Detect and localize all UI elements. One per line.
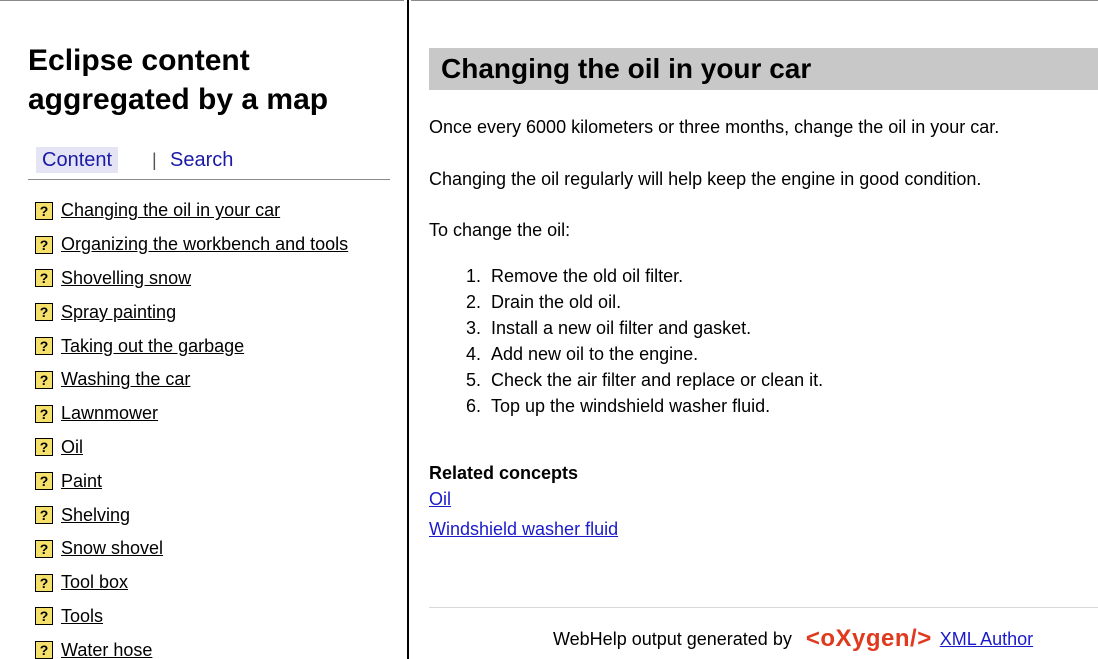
toc-list: ? Changing the oil in your car ? Organizin… [35, 194, 348, 659]
toc-link-snow-shovel[interactable]: Snow shovel [61, 538, 163, 559]
step-number: 6. [465, 396, 481, 416]
step-text: Install a new oil filter and gasket. [491, 318, 752, 338]
toc-link-washing-car[interactable]: Washing the car [61, 369, 190, 390]
toc-link-taking-out-garbage[interactable]: Taking out the garbage [61, 336, 244, 357]
help-topic-icon: ? [35, 472, 53, 491]
step-item: 2. Drain the old oil. [461, 289, 823, 315]
help-topic-icon: ? [35, 641, 53, 659]
toc-item: ? Organizing the workbench and tools [35, 228, 348, 262]
toc-item: ? Lawnmower [35, 397, 348, 431]
toc-link-changing-oil[interactable]: Changing the oil in your car [61, 200, 280, 221]
help-topic-icon: ? [35, 269, 53, 288]
step-number: 3. [465, 318, 481, 338]
toc-link-oil[interactable]: Oil [61, 437, 83, 458]
step-item: 3. Install a new oil filter and gasket. [461, 315, 823, 341]
help-topic-icon: ? [35, 337, 53, 356]
help-topic-icon: ? [35, 201, 53, 220]
step-item: 5. Check the air filter and replace or cl… [461, 367, 823, 393]
toc-link-spray-painting[interactable]: Spray painting [61, 302, 176, 323]
toc-item: ? Changing the oil in your car [35, 194, 348, 228]
step-item: 6. Top up the windshield washer fluid. [461, 393, 823, 419]
help-topic-icon: ? [35, 370, 53, 389]
tab-separator: | [152, 150, 157, 170]
step-text: Remove the old oil filter. [491, 266, 684, 286]
help-topic-icon: ? [35, 235, 53, 254]
toc-item: ? Shovelling snow [35, 262, 348, 296]
help-topic-icon: ? [35, 573, 53, 592]
help-topic-icon: ? [35, 303, 53, 322]
toc-link-lawnmower[interactable]: Lawnmower [61, 403, 158, 424]
steps-intro: To change the oil: [429, 220, 571, 240]
step-text: Top up the windshield washer fluid. [491, 396, 771, 416]
help-topic-icon: ? [35, 404, 53, 423]
footer-text: WebHelp output generated by [553, 628, 792, 649]
toc-item: ? Water hose [35, 633, 348, 659]
topic-intro: Once every 6000 kilometers or three mont… [429, 117, 1000, 137]
topic-title: Changing the oil in your car [429, 48, 1098, 90]
toc-item: ? Shelving [35, 498, 348, 532]
related-concepts-heading: Related concepts [429, 463, 579, 483]
footer-divider [429, 607, 1098, 608]
footer: WebHelp output generated by <oXygen/> XM… [553, 625, 1033, 653]
toc-link-shovelling-snow[interactable]: Shovelling snow [61, 268, 191, 289]
step-number: 5. [465, 370, 481, 390]
pane-splitter[interactable] [404, 0, 411, 659]
toc-link-paint[interactable]: Paint [61, 471, 102, 492]
toc-link-shelving[interactable]: Shelving [61, 505, 130, 526]
step-text: Check the air filter and replace or clea… [491, 370, 824, 390]
tab-content[interactable]: Content [36, 147, 119, 173]
toc-link-water-hose[interactable]: Water hose [61, 640, 152, 659]
topic-content: Changing the oil in your car Once every … [411, 1, 1098, 659]
sidebar: Eclipse content aggregated by a map Cont… [0, 1, 404, 659]
step-number: 4. [465, 344, 481, 364]
step-number: 2. [465, 292, 481, 312]
toc-link-tool-box[interactable]: Tool box [61, 572, 128, 593]
toc-item: ? Paint [35, 464, 348, 498]
help-topic-icon: ? [35, 506, 53, 525]
step-item: 4. Add new oil to the engine. [461, 341, 823, 367]
help-topic-icon: ? [35, 539, 53, 558]
step-number: 1. [465, 266, 481, 286]
topic-body: Changing the oil regularly will help kee… [429, 169, 982, 189]
related-link-oil[interactable]: Oil [429, 489, 451, 510]
help-topic-icon: ? [35, 438, 53, 457]
toc-item: ? Taking out the garbage [35, 329, 348, 363]
oxygen-logo: <oXygen/> [805, 625, 932, 652]
toc-link-organizing-workbench[interactable]: Organizing the workbench and tools [61, 234, 348, 255]
step-item: 1. Remove the old oil filter. [461, 263, 823, 289]
sidebar-tabs: Content | Search [28, 147, 390, 180]
toc-item: ? Washing the car [35, 363, 348, 397]
toc-item: ? Spray painting [35, 295, 348, 329]
toc-link-tools[interactable]: Tools [61, 606, 103, 627]
steps-list: 1. Remove the old oil filter. 2. Drain the… [461, 263, 823, 419]
sidebar-title: Eclipse content aggregated by a map [28, 44, 329, 116]
related-link-windshield-washer-fluid[interactable]: Windshield washer fluid [429, 519, 618, 540]
xml-author-link[interactable]: XML Author [940, 629, 1033, 650]
step-text: Add new oil to the engine. [491, 344, 699, 364]
toc-item: ? Oil [35, 431, 348, 465]
tab-search[interactable]: Search [170, 147, 233, 173]
toc-item: ? Tools [35, 600, 348, 634]
toc-item: ? Tool box [35, 566, 348, 600]
help-topic-icon: ? [35, 607, 53, 626]
toc-item: ? Snow shovel [35, 532, 348, 566]
step-text: Drain the old oil. [491, 292, 622, 312]
